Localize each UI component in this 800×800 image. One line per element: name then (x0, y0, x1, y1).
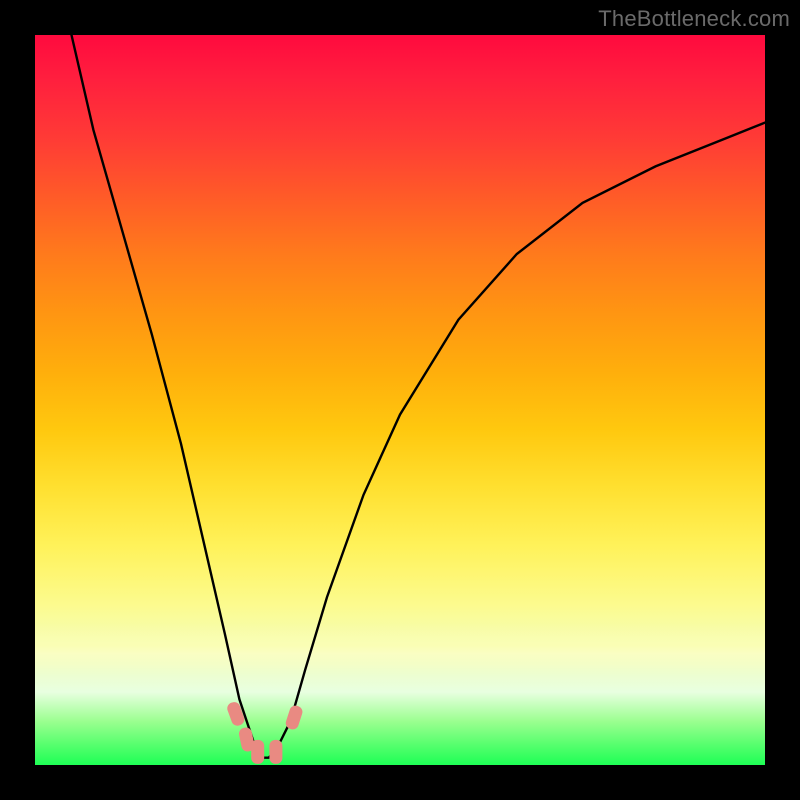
watermark-text: TheBottleneck.com (598, 6, 790, 32)
bottleneck-curve (72, 35, 766, 758)
curve-markers (226, 700, 304, 763)
curve-marker-4 (284, 704, 304, 731)
curve-marker-0 (226, 700, 246, 727)
curve-marker-3 (269, 740, 282, 764)
bottleneck-curve-svg (35, 35, 765, 765)
chart-frame: TheBottleneck.com (0, 0, 800, 800)
plot-area (35, 35, 765, 765)
curve-marker-2 (251, 740, 264, 764)
